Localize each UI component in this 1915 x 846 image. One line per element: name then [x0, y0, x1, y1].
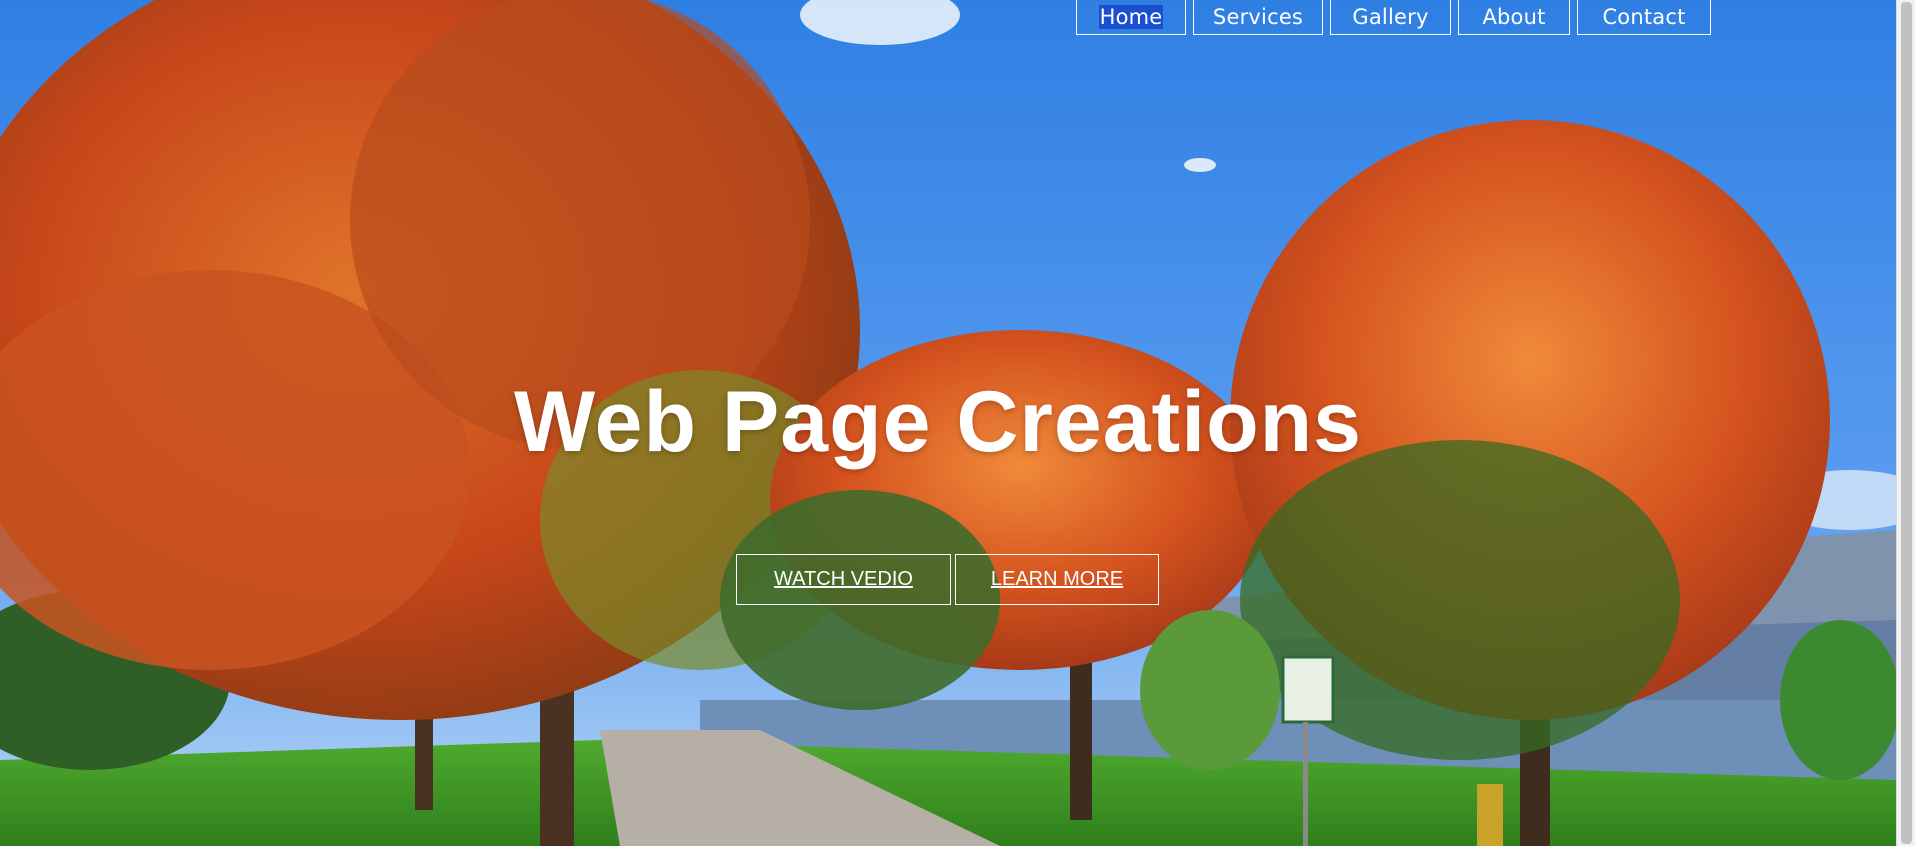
learn-more-button[interactable]: LEARN MORE [955, 554, 1159, 605]
nav-gallery-label: Gallery [1352, 5, 1429, 29]
watch-video-button[interactable]: WATCH VEDIO [736, 554, 951, 605]
nav-gallery-link[interactable]: Gallery [1330, 0, 1451, 35]
hero-cta-row: WATCH VEDIO LEARN MORE [736, 554, 1159, 605]
nav-services-link[interactable]: Services [1193, 0, 1323, 35]
main-nav: Home Services Gallery About Contact [1076, 0, 1711, 35]
nav-about-label: About [1482, 5, 1546, 29]
nav-contact-link[interactable]: Contact [1577, 0, 1711, 35]
nav-services-label: Services [1212, 5, 1304, 29]
nav-about-link[interactable]: About [1458, 0, 1570, 35]
nav-home-label: Home [1098, 5, 1164, 29]
hero-title: Web Page Creations [514, 374, 1362, 470]
vertical-scrollbar[interactable] [1896, 0, 1915, 846]
nav-home-link[interactable]: Home [1076, 0, 1186, 35]
page: Home Services Gallery About Contact Web … [0, 0, 1915, 846]
nav-contact-label: Contact [1602, 5, 1686, 29]
scrollbar-thumb[interactable] [1901, 2, 1912, 844]
